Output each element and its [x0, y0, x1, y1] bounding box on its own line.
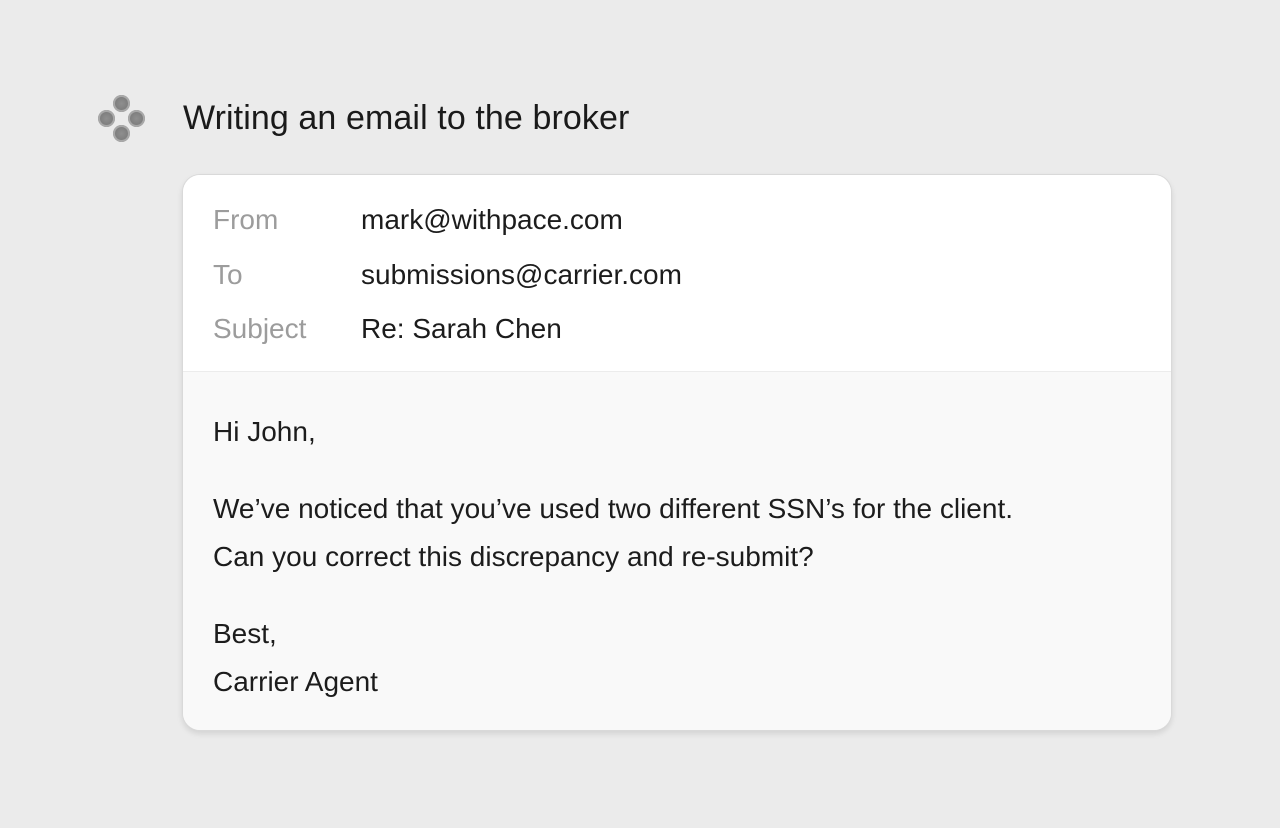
signoff-paragraph: Best, Carrier Agent	[213, 610, 1141, 706]
email-card: From mark@withpace.com To submissions@ca…	[182, 174, 1172, 731]
signature-text: Carrier Agent	[213, 666, 378, 697]
to-label: To	[213, 258, 243, 290]
email-body[interactable]: Hi John, We’ve noticed that you’ve used …	[183, 372, 1171, 730]
to-value[interactable]: submissions@carrier.com	[361, 259, 682, 291]
subject-row: Subject Re: Sarah Chen	[213, 302, 1141, 357]
dot-bottom	[113, 125, 130, 142]
dot-left	[98, 110, 115, 127]
message-line-2: Can you correct this discrepancy and re-…	[213, 541, 814, 572]
greeting-paragraph: Hi John,	[213, 408, 1141, 456]
agent-dots-icon	[96, 93, 146, 143]
greeting-text: Hi John,	[213, 416, 316, 447]
message-paragraph: We’ve noticed that you’ve used two diffe…	[213, 485, 1141, 581]
dot-top	[113, 95, 130, 112]
from-row: From mark@withpace.com	[213, 193, 1141, 248]
from-value[interactable]: mark@withpace.com	[361, 204, 623, 236]
to-row: To submissions@carrier.com	[213, 248, 1141, 303]
message-line-1: We’ve noticed that you’ve used two diffe…	[213, 493, 1013, 524]
signoff-text: Best,	[213, 618, 277, 649]
from-label: From	[213, 204, 279, 236]
status-row: Writing an email to the broker	[96, 92, 629, 144]
dot-right	[128, 110, 145, 127]
subject-label: Subject	[213, 313, 307, 345]
status-title: Writing an email to the broker	[183, 98, 630, 137]
subject-value[interactable]: Re: Sarah Chen	[361, 313, 562, 345]
email-header: From mark@withpace.com To submissions@ca…	[183, 175, 1171, 372]
